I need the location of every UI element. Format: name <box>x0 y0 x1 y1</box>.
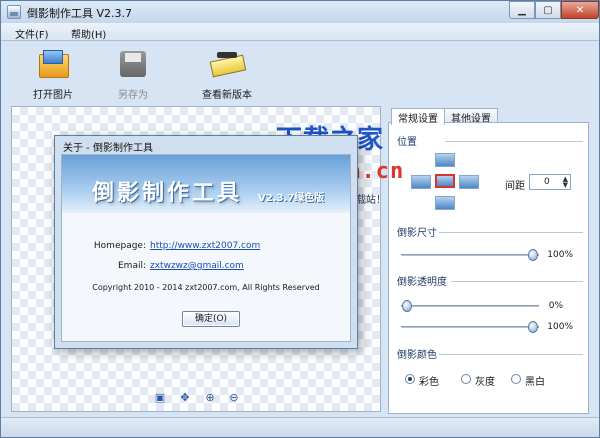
save-as-button[interactable]: 另存为 <box>111 48 155 101</box>
email-link[interactable]: zxtwzwz@gmail.com <box>150 261 244 271</box>
zoom-toolbar: ▣ ✥ ⊕ ⊖ <box>153 390 253 406</box>
opacity-start-track <box>401 305 539 307</box>
window-title: 倒影制作工具 V2.3.7 <box>27 7 133 20</box>
close-button[interactable]: ✕ <box>561 1 599 19</box>
tab-general-settings[interactable]: 常规设置 <box>391 108 445 125</box>
zoom-out-button[interactable]: ⊖ <box>227 390 241 404</box>
opacity-end-track <box>401 326 539 328</box>
minimize-icon: ▁ <box>518 4 526 16</box>
position-divider <box>445 141 583 142</box>
size-slider[interactable] <box>401 249 539 261</box>
opacity-start-thumb[interactable] <box>402 300 412 312</box>
floppy-disk-icon <box>117 48 149 80</box>
spinner-arrows-icon[interactable]: ▲ ▼ <box>563 176 568 189</box>
size-group-title: 倒影尺寸 <box>397 228 437 239</box>
opacity-end-slider[interactable] <box>401 321 539 333</box>
toolbar: 打开图片 另存为 查看新版本 <box>1 42 599 104</box>
app-icon <box>7 5 21 19</box>
position-center-button[interactable] <box>435 174 455 188</box>
about-dialog: 关于 - 倒影制作工具 倒影制作工具 V2.3.7绿色版 Homepage: h… <box>54 135 358 349</box>
update-icon <box>211 48 243 80</box>
spacing-value: 0 <box>544 177 550 187</box>
save-as-label: 另存为 <box>118 90 148 101</box>
close-icon: ✕ <box>575 4 585 16</box>
homepage-label: Homepage: <box>93 241 146 251</box>
menu-help[interactable]: 帮助(H) <box>71 26 106 41</box>
move-icon: ✥ <box>180 390 190 404</box>
about-dialog-body: 倒影制作工具 V2.3.7绿色版 Homepage: http://www.zx… <box>61 154 351 342</box>
about-banner: 倒影制作工具 V2.3.7绿色版 <box>62 155 350 213</box>
radio-color-label: 彩色 <box>419 377 439 388</box>
email-label: Email: <box>117 261 146 271</box>
open-image-label: 打开图片 <box>33 90 73 101</box>
about-dialog-title: 关于 - 倒影制作工具 <box>63 143 153 154</box>
menu-file[interactable]: 文件(F) <box>15 26 49 41</box>
fit-window-button[interactable]: ▣ <box>153 390 167 404</box>
opacity-divider <box>451 281 583 282</box>
title-bar[interactable]: 倒影制作工具 V2.3.7 ▁ ▢ ✕ <box>1 1 599 23</box>
actual-size-button[interactable]: ✥ <box>178 390 192 404</box>
radio-grayscale-label: 灰度 <box>475 377 495 388</box>
maximize-icon: ▢ <box>543 4 553 16</box>
position-bottom-button[interactable] <box>435 196 455 210</box>
radio-color-dot[interactable] <box>405 374 415 384</box>
radio-grayscale-dot[interactable] <box>461 374 471 384</box>
size-divider <box>439 232 583 233</box>
zoom-out-icon: ⊖ <box>229 390 239 404</box>
fit-window-icon: ▣ <box>154 390 166 404</box>
status-bar <box>1 417 599 437</box>
spacing-label: 间距 <box>505 181 525 192</box>
minimize-button[interactable]: ▁ <box>509 1 535 19</box>
menu-bar: 文件(F) 帮助(H) <box>1 23 599 41</box>
radio-blackwhite-dot[interactable] <box>511 374 521 384</box>
zoom-in-icon: ⊕ <box>205 390 215 404</box>
color-group-title: 倒影颜色 <box>397 350 437 361</box>
open-image-button[interactable]: 打开图片 <box>27 48 79 101</box>
radio-blackwhite-label: 黑白 <box>525 377 545 388</box>
opacity-start-slider[interactable] <box>401 300 539 312</box>
copyright-text: Copyright 2010 - 2014 zxt2007.com, All R… <box>92 283 320 292</box>
size-slider-track <box>401 254 539 256</box>
position-right-button[interactable] <box>459 175 479 189</box>
opacity-start-value: 0% <box>548 301 563 311</box>
check-update-label: 查看新版本 <box>202 90 252 101</box>
zoom-in-button[interactable]: ⊕ <box>203 390 217 404</box>
color-divider <box>439 354 583 355</box>
banner-title: 倒影制作工具 <box>92 181 243 206</box>
maximize-button[interactable]: ▢ <box>535 1 561 19</box>
check-update-button[interactable]: 查看新版本 <box>197 48 257 101</box>
size-value: 100% <box>547 250 573 260</box>
color-radio-group: 彩色 灰度 黑白 <box>405 373 585 388</box>
app-window: 倒影制作工具 V2.3.7 ▁ ▢ ✕ 文件(F) 帮助(H) 打开图片 另存为… <box>0 0 600 438</box>
position-top-button[interactable] <box>435 153 455 167</box>
ok-button[interactable]: 确定(O) <box>182 311 240 327</box>
homepage-link[interactable]: http://www.zxt2007.com <box>150 241 260 251</box>
open-folder-icon <box>37 48 69 80</box>
opacity-group-title: 倒影透明度 <box>397 277 447 288</box>
opacity-end-value: 100% <box>547 322 573 332</box>
banner-version: V2.3.7绿色版 <box>258 193 325 204</box>
spacing-spinner[interactable]: 0 ▲ ▼ <box>529 174 571 190</box>
